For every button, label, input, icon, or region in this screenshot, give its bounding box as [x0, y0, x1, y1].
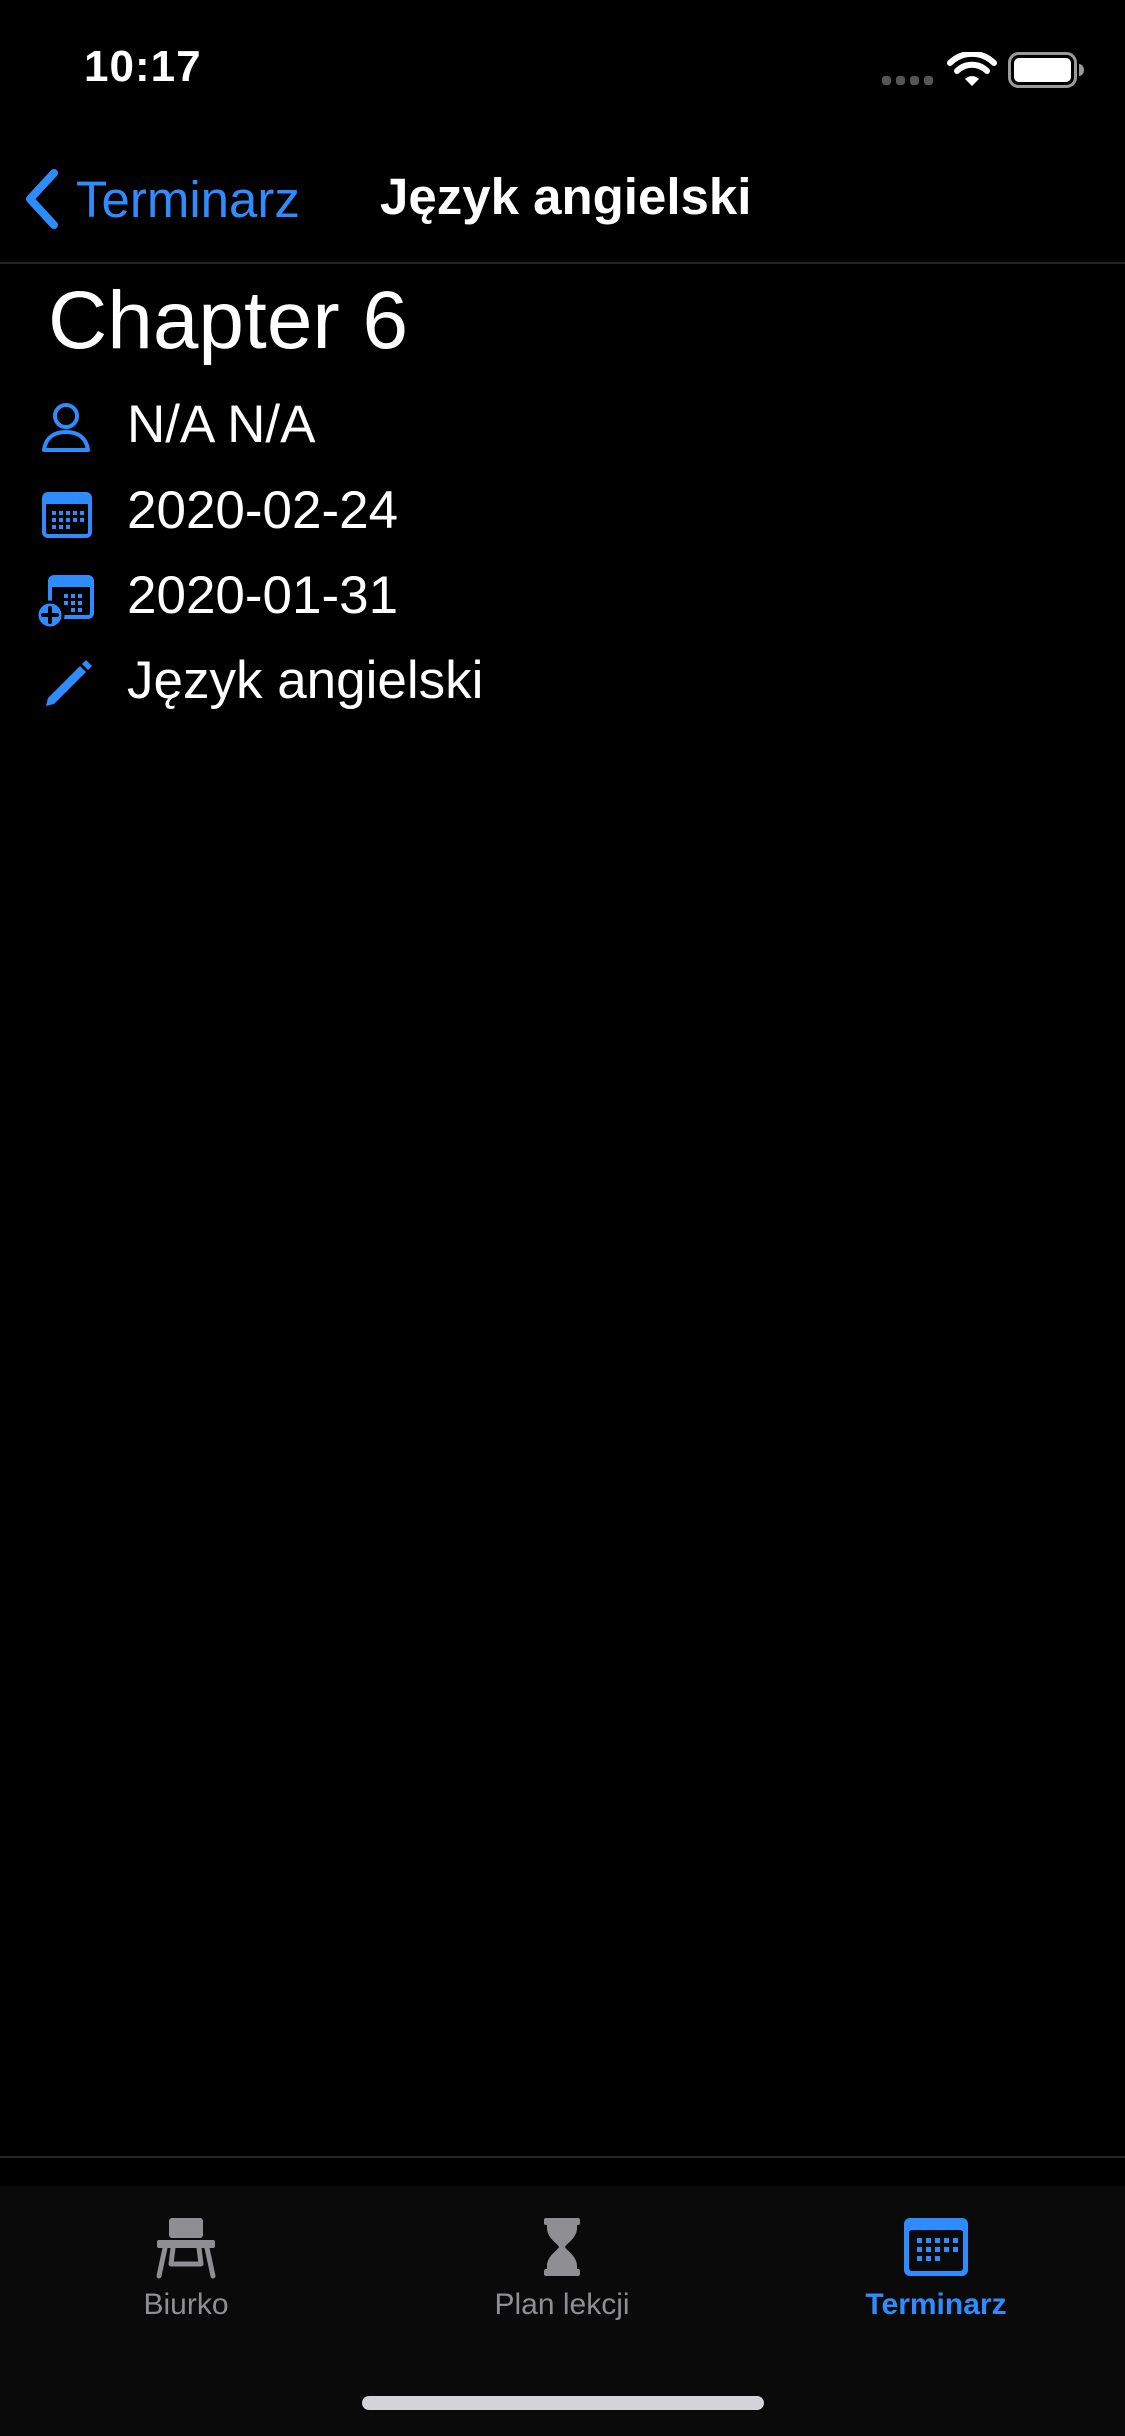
battery-icon — [1008, 52, 1084, 88]
calendar-add-icon — [35, 575, 94, 630]
detail-row-subject: Język angielski — [0, 640, 1125, 720]
tab-bar-separator — [0, 2156, 1125, 2158]
calendar-icon — [42, 492, 92, 538]
detail-row-teacher: N/A N/A — [0, 384, 1125, 464]
desk-icon — [156, 2218, 216, 2279]
teacher-name: N/A N/A — [127, 395, 316, 454]
back-button-label: Terminarz — [76, 170, 300, 228]
home-indicator[interactable] — [362, 2396, 764, 2410]
chevron-left-icon — [26, 169, 58, 229]
status-bar: 10:17 — [0, 0, 1125, 132]
status-time: 10:17 — [84, 42, 202, 91]
tab-terminarz-label: Terminarz — [865, 2288, 1007, 2321]
subject-name: Język angielski — [127, 651, 484, 710]
pencil-icon — [46, 660, 92, 706]
wifi-icon — [947, 52, 997, 86]
hourglass-icon — [544, 2218, 580, 2276]
calendar-icon — [904, 2218, 968, 2276]
page-title: Język angielski — [380, 168, 752, 225]
back-button[interactable]: Terminarz — [22, 164, 300, 234]
tab-biurko-label: Biurko — [143, 2288, 229, 2321]
detail-row-added-date: 2020-01-31 — [0, 555, 1125, 635]
entry-title: Chapter 6 — [48, 275, 409, 366]
cellular-signal-icon — [882, 76, 933, 85]
tab-terminarz[interactable]: Terminarz — [786, 2212, 1086, 2352]
added-date: 2020-01-31 — [127, 566, 399, 625]
due-date: 2020-02-24 — [127, 481, 399, 540]
detail-row-due-date: 2020-02-24 — [0, 470, 1125, 550]
tab-plan-lekcji-label: Plan lekcji — [494, 2288, 630, 2321]
tab-biurko[interactable]: Biurko — [36, 2212, 336, 2352]
navigation-bar: Terminarz Język angielski — [0, 132, 1125, 264]
person-icon — [42, 403, 90, 452]
tab-plan-lekcji[interactable]: Plan lekcji — [412, 2212, 712, 2352]
